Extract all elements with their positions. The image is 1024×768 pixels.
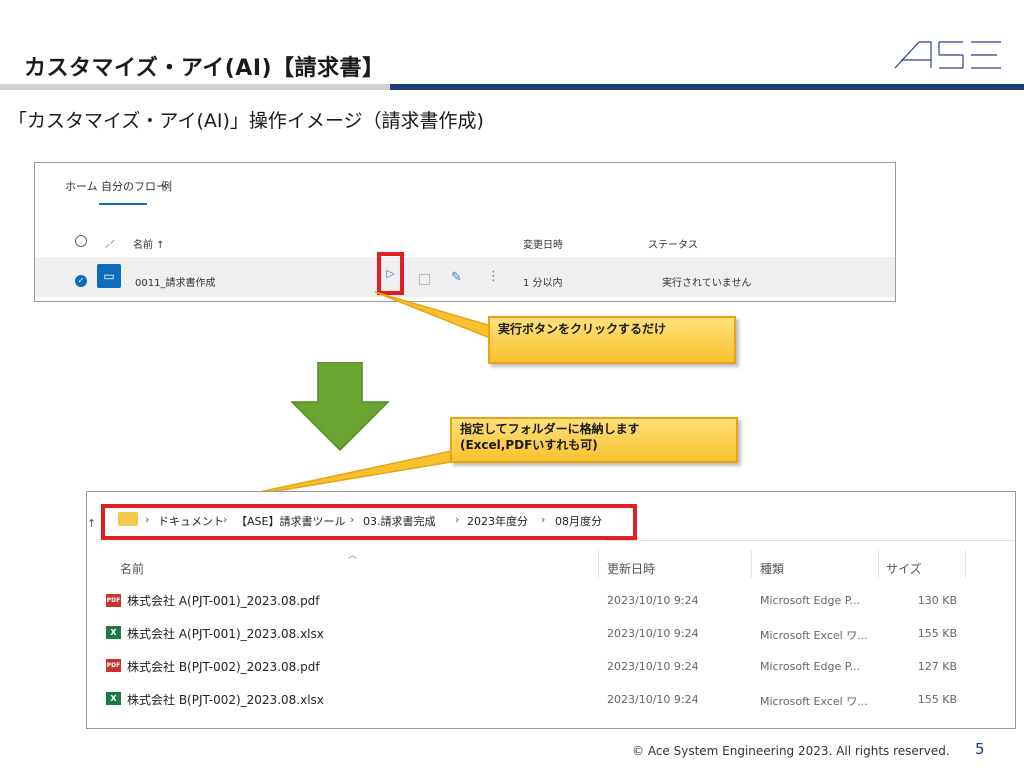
share-icon[interactable] [419,274,430,285]
column-divider [598,550,599,578]
column-divider [965,550,966,578]
flow-panel: ホーム 自分のフロー 例 ⸝⸍ 名前 ↑ 変更日時 ステータス ✓ ▭ 0011… [34,162,896,302]
ase-logo [894,41,1001,69]
column-header-modified[interactable]: 変更日時 [523,236,563,251]
pdf-icon: PDF [106,594,121,607]
tab-home[interactable]: ホーム [65,178,98,194]
file-size: 130 KB [917,594,957,607]
file-name[interactable]: 株式会社 A(PJT-001)_2023.08.pdf [127,592,320,609]
more-icon[interactable]: ⋮ [487,269,500,284]
flow-name[interactable]: 0011_請求書作成 [135,274,215,289]
file-size: 155 KB [917,693,957,706]
column-header-date[interactable]: 更新日時 [607,560,655,577]
run-button[interactable]: ▷ [377,252,404,295]
file-type: Microsoft Excel ワ... [760,695,868,708]
title-rule-accent [390,84,1024,90]
file-size: 155 KB [917,627,957,640]
address-bar-divider [606,540,1014,541]
copyright: © Ace System Engineering 2023. All right… [632,744,950,758]
column-divider [878,550,879,578]
file-name[interactable]: 株式会社 A(PJT-001)_2023.08.xlsx [127,625,324,642]
column-divider [751,550,752,578]
file-type: Microsoft Excel ワ... [760,629,868,642]
store-callout-line-1: 指定してフォルダーに格納します [460,422,640,436]
file-date: 2023/10/10 9:24 [607,594,699,607]
file-name[interactable]: 株式会社 B(PJT-002)_2023.08.pdf [127,658,320,675]
file-type: Microsoft Edge P... [760,660,861,673]
file-size: 127 KB [917,660,957,673]
flow-icon: ▭ [97,264,121,288]
tab-examples[interactable]: 例 [161,178,172,194]
pdf-icon: PDF [106,659,121,672]
up-icon[interactable]: ↑ [87,517,96,530]
slide-title: カスタマイズ・アイ(AI)【請求書】 [24,56,385,81]
active-tab-indicator [99,203,147,205]
play-icon: ▷ [386,268,395,280]
sort-caret-icon: ︿ [348,551,358,561]
breadcrumb[interactable] [101,504,637,540]
store-callout: 指定してフォルダーに格納します (Excel,PDFいすれも可) [450,417,738,463]
tab-my-flows[interactable]: 自分のフロー [101,178,167,194]
file-date: 2023/10/10 9:24 [607,660,699,673]
flow-modified: 1 分以内 [523,278,563,289]
column-header-status[interactable]: ステータス [648,236,698,251]
run-callout: 実行ボタンをクリックするだけ [488,316,736,364]
file-type: Microsoft Edge P... [760,594,861,607]
column-header-name[interactable]: 名前 [120,560,144,577]
flow-type-icon: ⸝⸍ [105,239,115,250]
edit-icon[interactable]: ✎ [451,270,462,285]
page-number: 5 [975,740,985,758]
slide-subtitle: 「カスタマイズ・アイ(AI)」操作イメージ（請求書作成) [8,110,484,132]
file-date: 2023/10/10 9:24 [607,627,699,640]
select-all-radio[interactable] [75,235,87,247]
file-name[interactable]: 株式会社 B(PJT-002)_2023.08.xlsx [127,691,324,708]
flow-status: 実行されていません [662,278,752,289]
column-header-name[interactable]: 名前 ↑ [133,236,165,251]
row-selected-check-icon[interactable]: ✓ [75,275,87,287]
excel-icon: X [106,626,121,639]
column-header-type[interactable]: 種類 [760,560,784,577]
column-header-size[interactable]: サイズ [886,560,922,577]
excel-icon: X [106,692,121,705]
down-arrow [290,362,390,452]
store-callout-line-2: (Excel,PDFいすれも可) [460,438,598,452]
file-date: 2023/10/10 9:24 [607,693,699,706]
